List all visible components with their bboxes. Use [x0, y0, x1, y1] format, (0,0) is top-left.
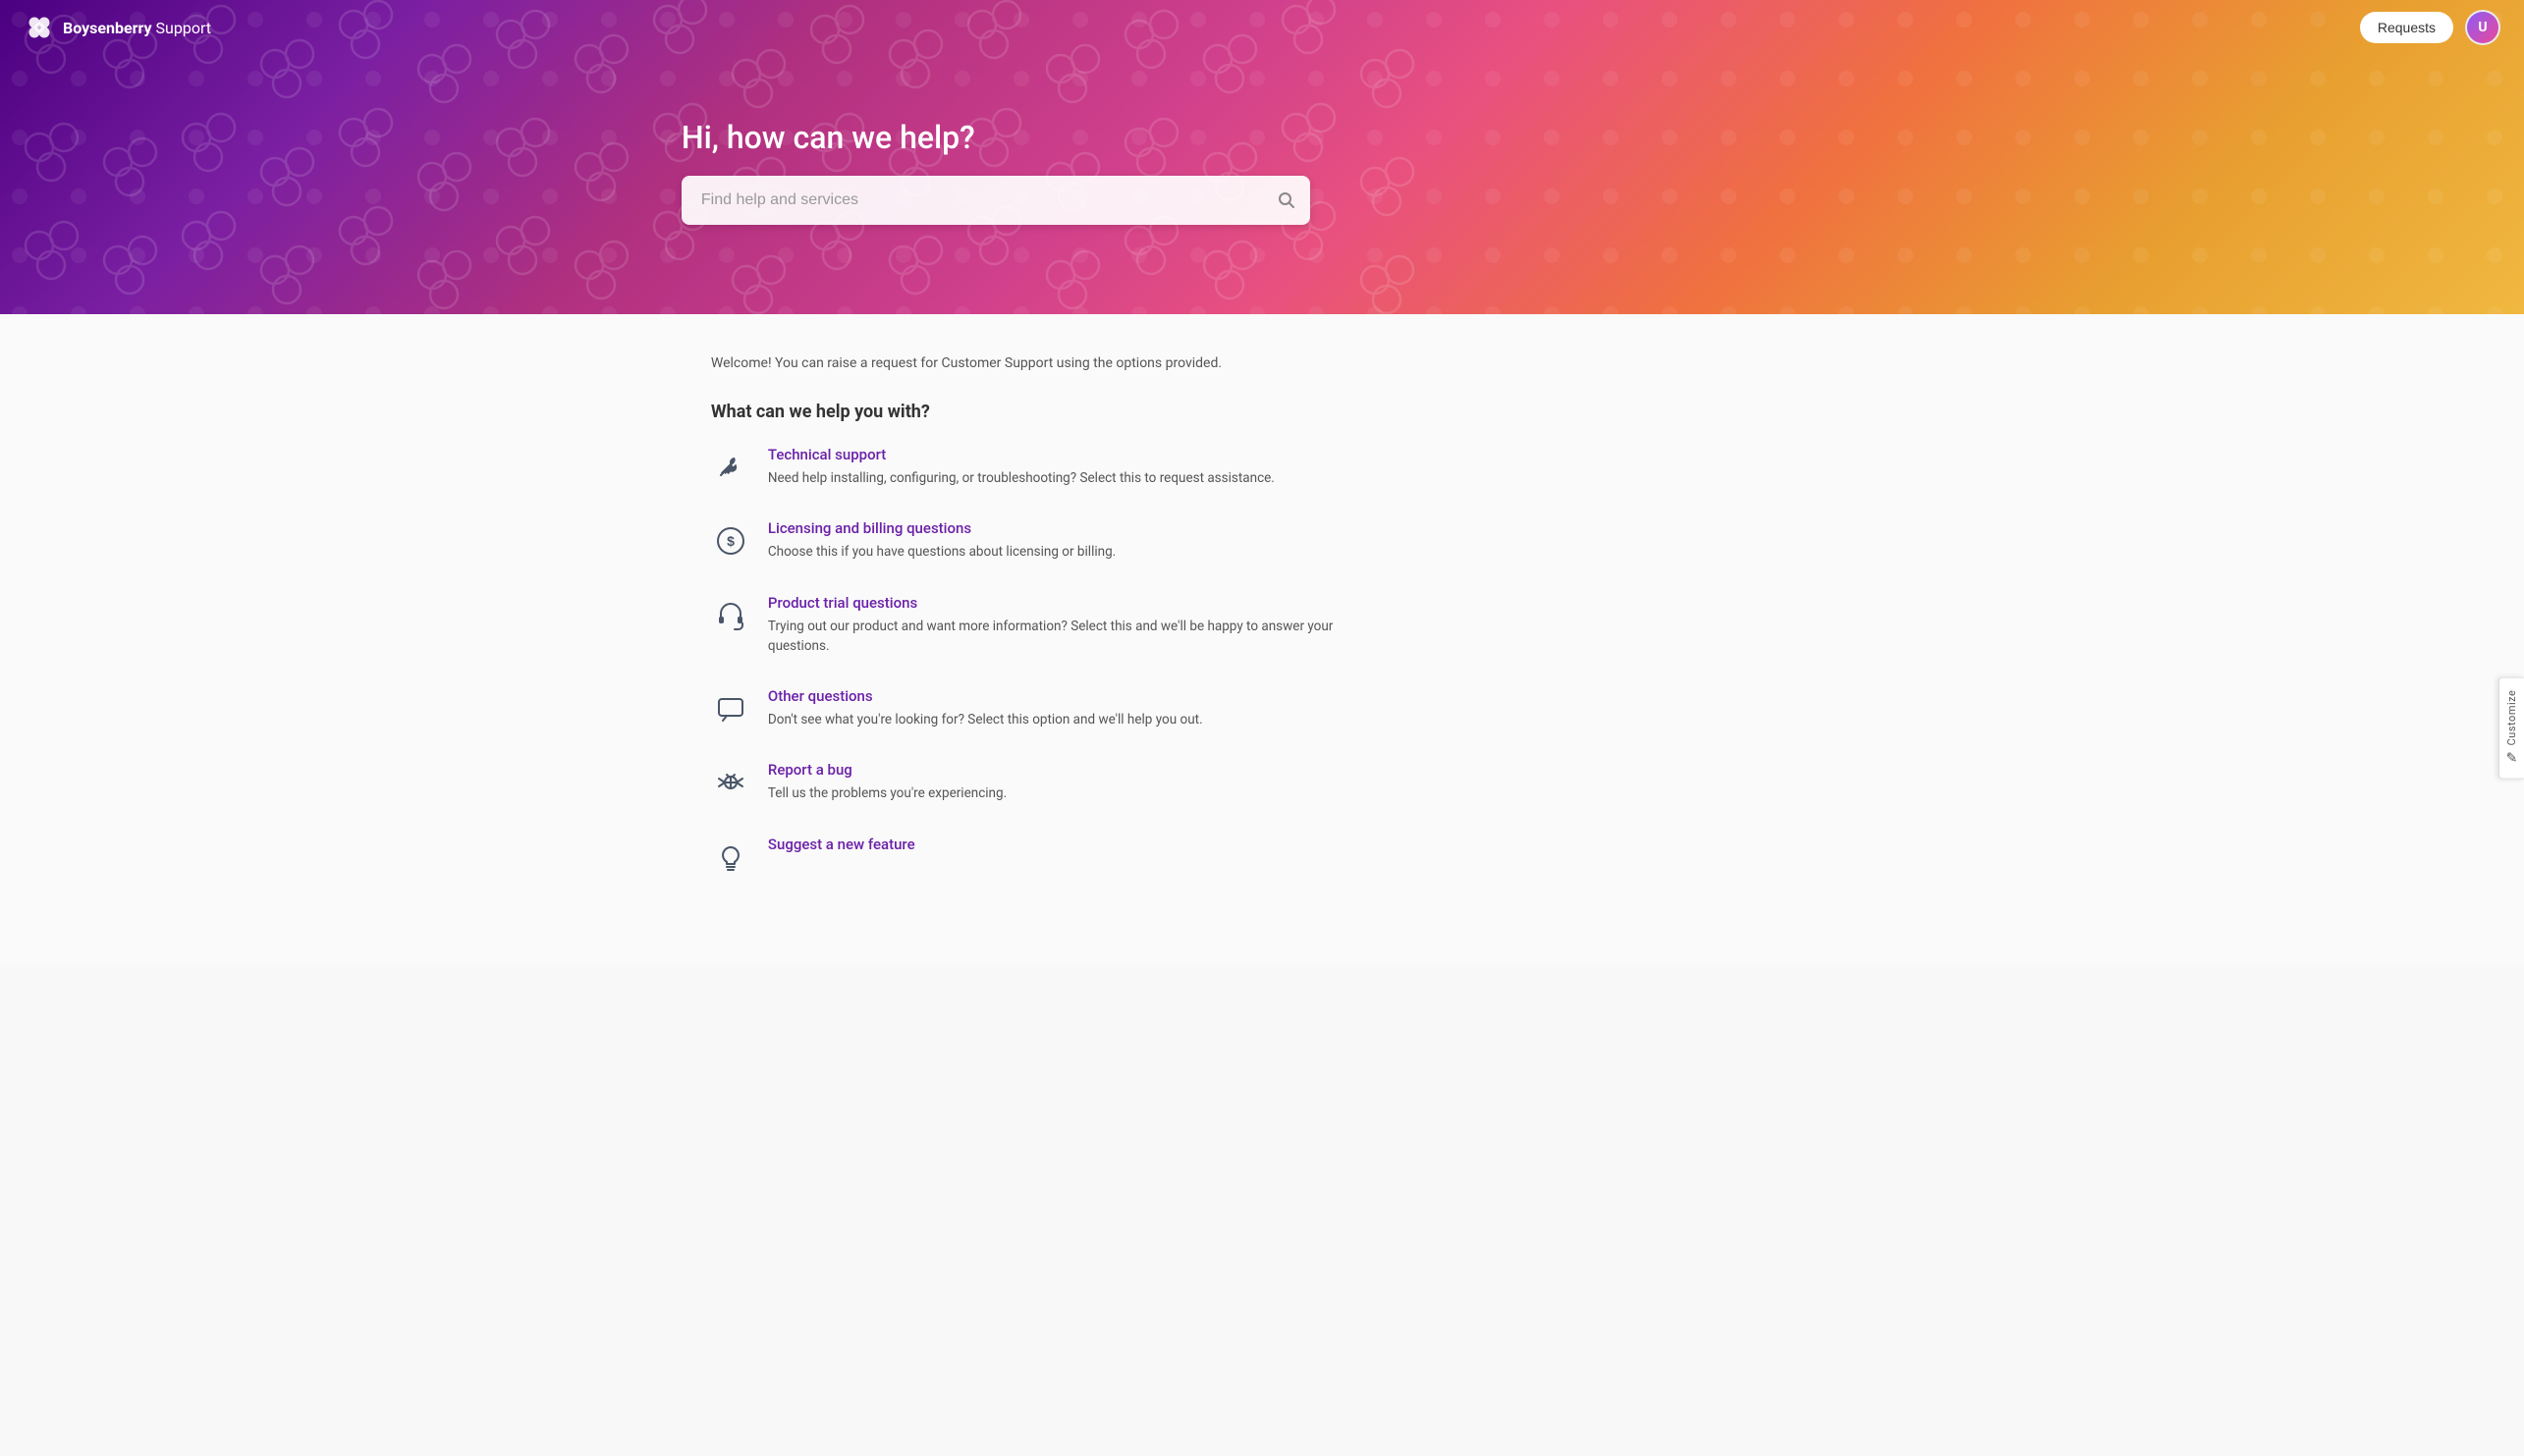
other-desc: Don't see what you're looking for? Selec… [768, 710, 1203, 729]
headset-icon [711, 596, 750, 635]
hero-content: Hi, how can we help? [0, 119, 2524, 225]
support-item-feature[interactable]: Suggest a new feature [711, 836, 1340, 877]
logo[interactable]: Boysenberry Support [24, 12, 211, 43]
feature-title[interactable]: Suggest a new feature [768, 836, 915, 853]
customize-icon: ✎ [2506, 751, 2518, 767]
search-button[interactable] [1277, 190, 1296, 210]
header: Boysenberry Support Requests U [0, 0, 2524, 55]
welcome-text: Welcome! You can raise a request for Cus… [711, 353, 1340, 374]
other-title[interactable]: Other questions [768, 687, 1203, 705]
customize-label: Customize [2505, 689, 2518, 745]
header-right: Requests U [2360, 10, 2500, 45]
logo-icon [24, 12, 55, 43]
bug-text: Report a bug Tell us the problems you're… [768, 761, 1007, 803]
support-item-other[interactable]: Other questions Don't see what you're lo… [711, 687, 1340, 729]
trial-text: Product trial questions Trying out our p… [768, 594, 1340, 657]
support-item-bug[interactable]: Report a bug Tell us the problems you're… [711, 761, 1340, 803]
bug-title[interactable]: Report a bug [768, 761, 1007, 779]
chat-icon [711, 689, 750, 728]
licensing-desc: Choose this if you have questions about … [768, 542, 1116, 562]
feature-text: Suggest a new feature [768, 836, 915, 858]
trial-desc: Trying out our product and want more inf… [768, 617, 1340, 657]
wrench-icon [711, 448, 750, 487]
licensing-title[interactable]: Licensing and billing questions [768, 519, 1116, 537]
search-input[interactable] [682, 176, 1310, 225]
avatar[interactable]: U [2465, 10, 2500, 45]
trial-title[interactable]: Product trial questions [768, 594, 1340, 612]
main-content: Welcome! You can raise a request for Cus… [0, 314, 2524, 967]
technical-support-text: Technical support Need help installing, … [768, 446, 1275, 488]
technical-support-title[interactable]: Technical support [768, 446, 1275, 463]
logo-text: Boysenberry Support [63, 19, 211, 37]
lightbulb-icon [711, 837, 750, 877]
bug-icon [711, 763, 750, 802]
dollar-icon: $ [711, 521, 750, 561]
section-title: What can we help you with? [711, 402, 1340, 422]
requests-button[interactable]: Requests [2360, 12, 2453, 43]
search-icon [1277, 190, 1296, 210]
search-container [682, 176, 1310, 225]
support-item-licensing[interactable]: $ Licensing and billing questions Choose… [711, 519, 1340, 562]
svg-text:$: $ [727, 533, 735, 549]
other-text: Other questions Don't see what you're lo… [768, 687, 1203, 729]
content-wrapper: Welcome! You can raise a request for Cus… [682, 353, 1369, 877]
support-item-trial[interactable]: Product trial questions Trying out our p… [711, 594, 1340, 657]
technical-support-desc: Need help installing, configuring, or tr… [768, 468, 1275, 488]
support-item-technical[interactable]: Technical support Need help installing, … [711, 446, 1340, 488]
bug-desc: Tell us the problems you're experiencing… [768, 783, 1007, 803]
support-items-list: Technical support Need help installing, … [711, 446, 1340, 877]
licensing-text: Licensing and billing questions Choose t… [768, 519, 1116, 562]
hero-title: Hi, how can we help? [682, 119, 2524, 156]
customize-tab[interactable]: Customize ✎ [2498, 676, 2524, 780]
